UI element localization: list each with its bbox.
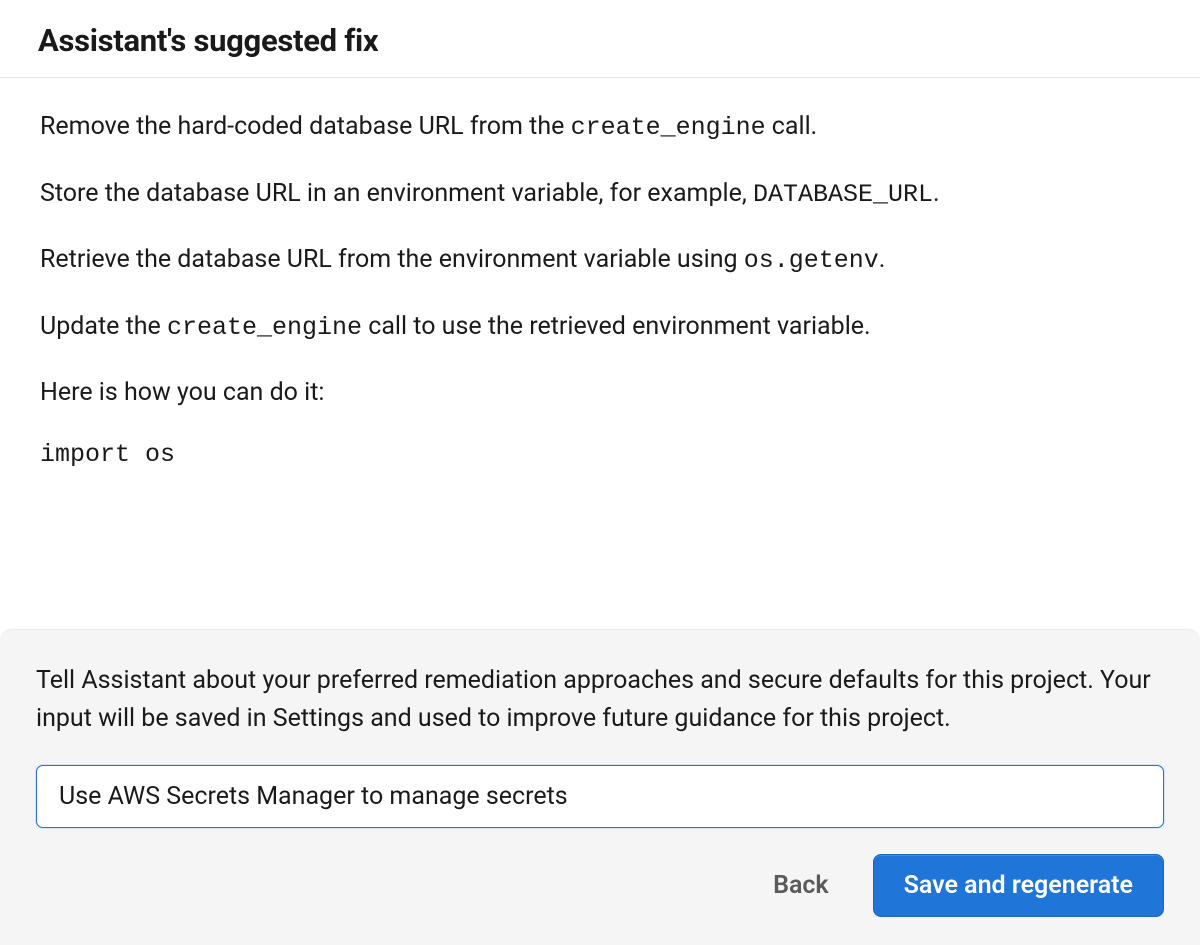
save-and-regenerate-button[interactable]: Save and regenerate [873, 854, 1164, 917]
text-fragment: Store the database URL in an environment… [40, 179, 753, 208]
text-fragment: call to use the retrieved environment va… [362, 312, 871, 341]
feedback-panel: Tell Assistant about your preferred reme… [0, 629, 1200, 945]
header: Assistant's suggested fix [0, 0, 1200, 77]
back-button[interactable]: Back [765, 867, 837, 904]
suggestion-paragraph-5: Here is how you can do it: [40, 374, 1160, 412]
panel-description: Tell Assistant about your preferred reme… [36, 662, 1164, 740]
suggestion-paragraph-4: Update the create_engine call to use the… [40, 308, 1160, 347]
suggestion-text: Remove the hard-coded database URL from … [40, 108, 1160, 469]
code-block-line: import os [40, 440, 1160, 469]
suggestion-paragraph-2: Store the database URL in an environment… [40, 175, 1160, 214]
text-fragment: Retrieve the database URL from the envir… [40, 245, 744, 274]
text-fragment: . [933, 179, 940, 208]
remediation-preference-input[interactable] [36, 765, 1164, 828]
text-fragment: Remove the hard-coded database URL from … [40, 112, 571, 141]
code-inline-os-getenv: os.getenv [744, 246, 879, 275]
panel-actions: Back Save and regenerate [36, 854, 1164, 917]
suggestion-paragraph-1: Remove the hard-coded database URL from … [40, 108, 1160, 147]
suggestion-paragraph-3: Retrieve the database URL from the envir… [40, 241, 1160, 280]
text-fragment: call. [766, 112, 818, 141]
page-title: Assistant's suggested fix [38, 22, 1162, 59]
code-inline-database-url: DATABASE_URL [753, 180, 933, 209]
text-fragment: Update the [40, 312, 167, 341]
code-inline-create-engine: create_engine [167, 313, 362, 342]
text-fragment: . [879, 245, 886, 274]
code-inline-create-engine: create_engine [571, 113, 766, 142]
suggested-fix-content: Remove the hard-coded database URL from … [0, 78, 1200, 478]
